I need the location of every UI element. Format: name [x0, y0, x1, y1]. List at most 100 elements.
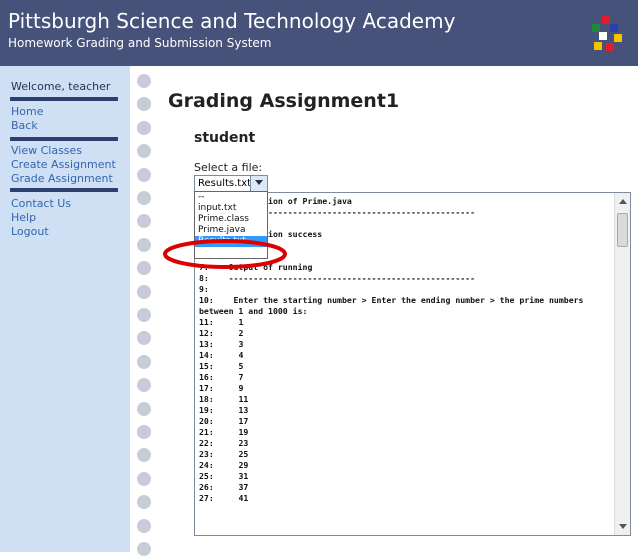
sidebar-link-logout[interactable]: Logout [11, 225, 49, 238]
file-option[interactable]: Prime.java [195, 225, 267, 236]
sidebar-link-back[interactable]: Back [11, 119, 38, 132]
output-line: 7: Output of running [199, 262, 313, 272]
output-line: 18: 11 [199, 394, 609, 405]
binder-ring [137, 401, 151, 416]
output-line: 15: 5 [199, 361, 609, 372]
line-number: 20: [199, 416, 214, 426]
line-number: 24: [199, 460, 214, 470]
line-value: 25 [238, 449, 249, 459]
output-line: 9: [199, 284, 209, 294]
site-header: Pittsburgh Science and Technology Academ… [0, 0, 638, 66]
sidebar: Welcome, teacher Home Back View Classes … [0, 66, 130, 552]
line-number: 18: [199, 394, 214, 404]
output-line: 20: 17 [199, 416, 609, 427]
line-number: 13: [199, 339, 214, 349]
line-number: 19: [199, 405, 214, 415]
site-subtitle: Homework Grading and Submission System [8, 36, 272, 50]
page-title: Grading Assignment1 [168, 90, 400, 112]
sidebar-link-grade-assignment[interactable]: Grade Assignment [11, 172, 113, 185]
sidebar-divider [10, 137, 118, 141]
line-value: 17 [238, 416, 249, 426]
line-number: 17: [199, 383, 214, 393]
binder-ring [137, 378, 151, 393]
binder-ring [137, 448, 151, 463]
file-option[interactable]: -- [195, 192, 267, 203]
output-line: 10: Enter the starting number > Enter th… [199, 295, 584, 305]
binder-ring [137, 425, 151, 439]
binder-ring [137, 495, 151, 510]
output-line: 23: 25 [199, 449, 609, 460]
student-name-heading: student [194, 130, 256, 146]
output-line: 22: 23 [199, 438, 609, 449]
binder-ring [137, 354, 151, 369]
line-number: 26: [199, 482, 214, 492]
line-number: 16: [199, 372, 214, 382]
output-line: 17: 9 [199, 383, 609, 394]
output-line: 19: 13 [199, 405, 609, 416]
output-line: 25: 31 [199, 471, 609, 482]
line-value: 13 [238, 405, 249, 415]
site-title: Pittsburgh Science and Technology Academ… [8, 9, 456, 33]
scroll-down-icon[interactable] [619, 524, 627, 529]
line-value: 1 [238, 317, 244, 327]
sidebar-link-help[interactable]: Help [11, 211, 36, 224]
file-select[interactable]: Results.txt [194, 175, 268, 192]
sidebar-link-contact-us[interactable]: Contact Us [11, 197, 71, 210]
binder-ring [137, 261, 151, 276]
file-select-value: Results.txt [198, 178, 252, 189]
scroll-thumb[interactable] [617, 213, 628, 247]
line-value: 7 [238, 372, 244, 382]
binder-ring [137, 120, 151, 135]
output-line: 16: 7 [199, 372, 609, 383]
output-line: between 1 and 1000 is: [199, 306, 308, 316]
binder-ring [137, 237, 151, 252]
welcome-text: Welcome, teacher [11, 80, 111, 93]
sidebar-link-home[interactable]: Home [11, 105, 43, 118]
colored-squares-logo-icon [592, 16, 622, 51]
line-value: 29 [238, 460, 249, 470]
output-line: 21: 19 [199, 427, 609, 438]
output-line: 27: 41 [199, 493, 609, 504]
line-value: 5 [238, 361, 244, 371]
chevron-down-icon [255, 180, 263, 185]
output-line: 14: 4 [199, 350, 609, 361]
line-value: 2 [238, 328, 244, 338]
line-number: 22: [199, 438, 214, 448]
sidebar-divider [10, 188, 118, 192]
line-value: 41 [238, 493, 249, 503]
line-number: 11: [199, 317, 214, 327]
line-value: 37 [238, 482, 249, 492]
binder-ring [137, 97, 151, 112]
line-number: 27: [199, 493, 214, 503]
file-option[interactable]: Results.txt [195, 236, 267, 247]
line-number: 14: [199, 350, 214, 360]
scroll-up-icon[interactable] [619, 199, 627, 204]
output-line: 12: 2 [199, 328, 609, 339]
line-number: 15: [199, 361, 214, 371]
file-option[interactable]: input.txt [195, 203, 267, 214]
textarea-scrollbar[interactable] [614, 193, 630, 535]
binder-ring [137, 331, 151, 346]
output-line: 11: 1 [199, 317, 609, 328]
binder-ring [137, 518, 151, 533]
binder-ring [137, 214, 151, 229]
line-value: 4 [238, 350, 244, 360]
file-option[interactable]: Prime.class [195, 214, 267, 225]
line-value: 11 [238, 394, 249, 404]
sidebar-link-view-classes[interactable]: View Classes [11, 144, 82, 157]
line-number: 25: [199, 471, 214, 481]
line-value: 9 [238, 383, 244, 393]
sidebar-link-create-assignment[interactable]: Create Assignment [11, 158, 116, 171]
binder-ring [137, 144, 151, 159]
binder-ring [137, 167, 151, 182]
file-dropdown-list[interactable]: -- input.txt Prime.class Prime.java Results.… [194, 191, 268, 259]
binder-ring [137, 191, 151, 205]
line-value: 19 [238, 427, 249, 437]
output-line: 8: -------------------------------------… [199, 273, 476, 283]
binder-ring [137, 542, 151, 556]
output-line: 24: 29 [199, 460, 609, 471]
line-value: 31 [238, 471, 249, 481]
dropdown-arrow-button[interactable] [250, 176, 267, 191]
line-number: 21: [199, 427, 214, 437]
line-number: 23: [199, 449, 214, 459]
